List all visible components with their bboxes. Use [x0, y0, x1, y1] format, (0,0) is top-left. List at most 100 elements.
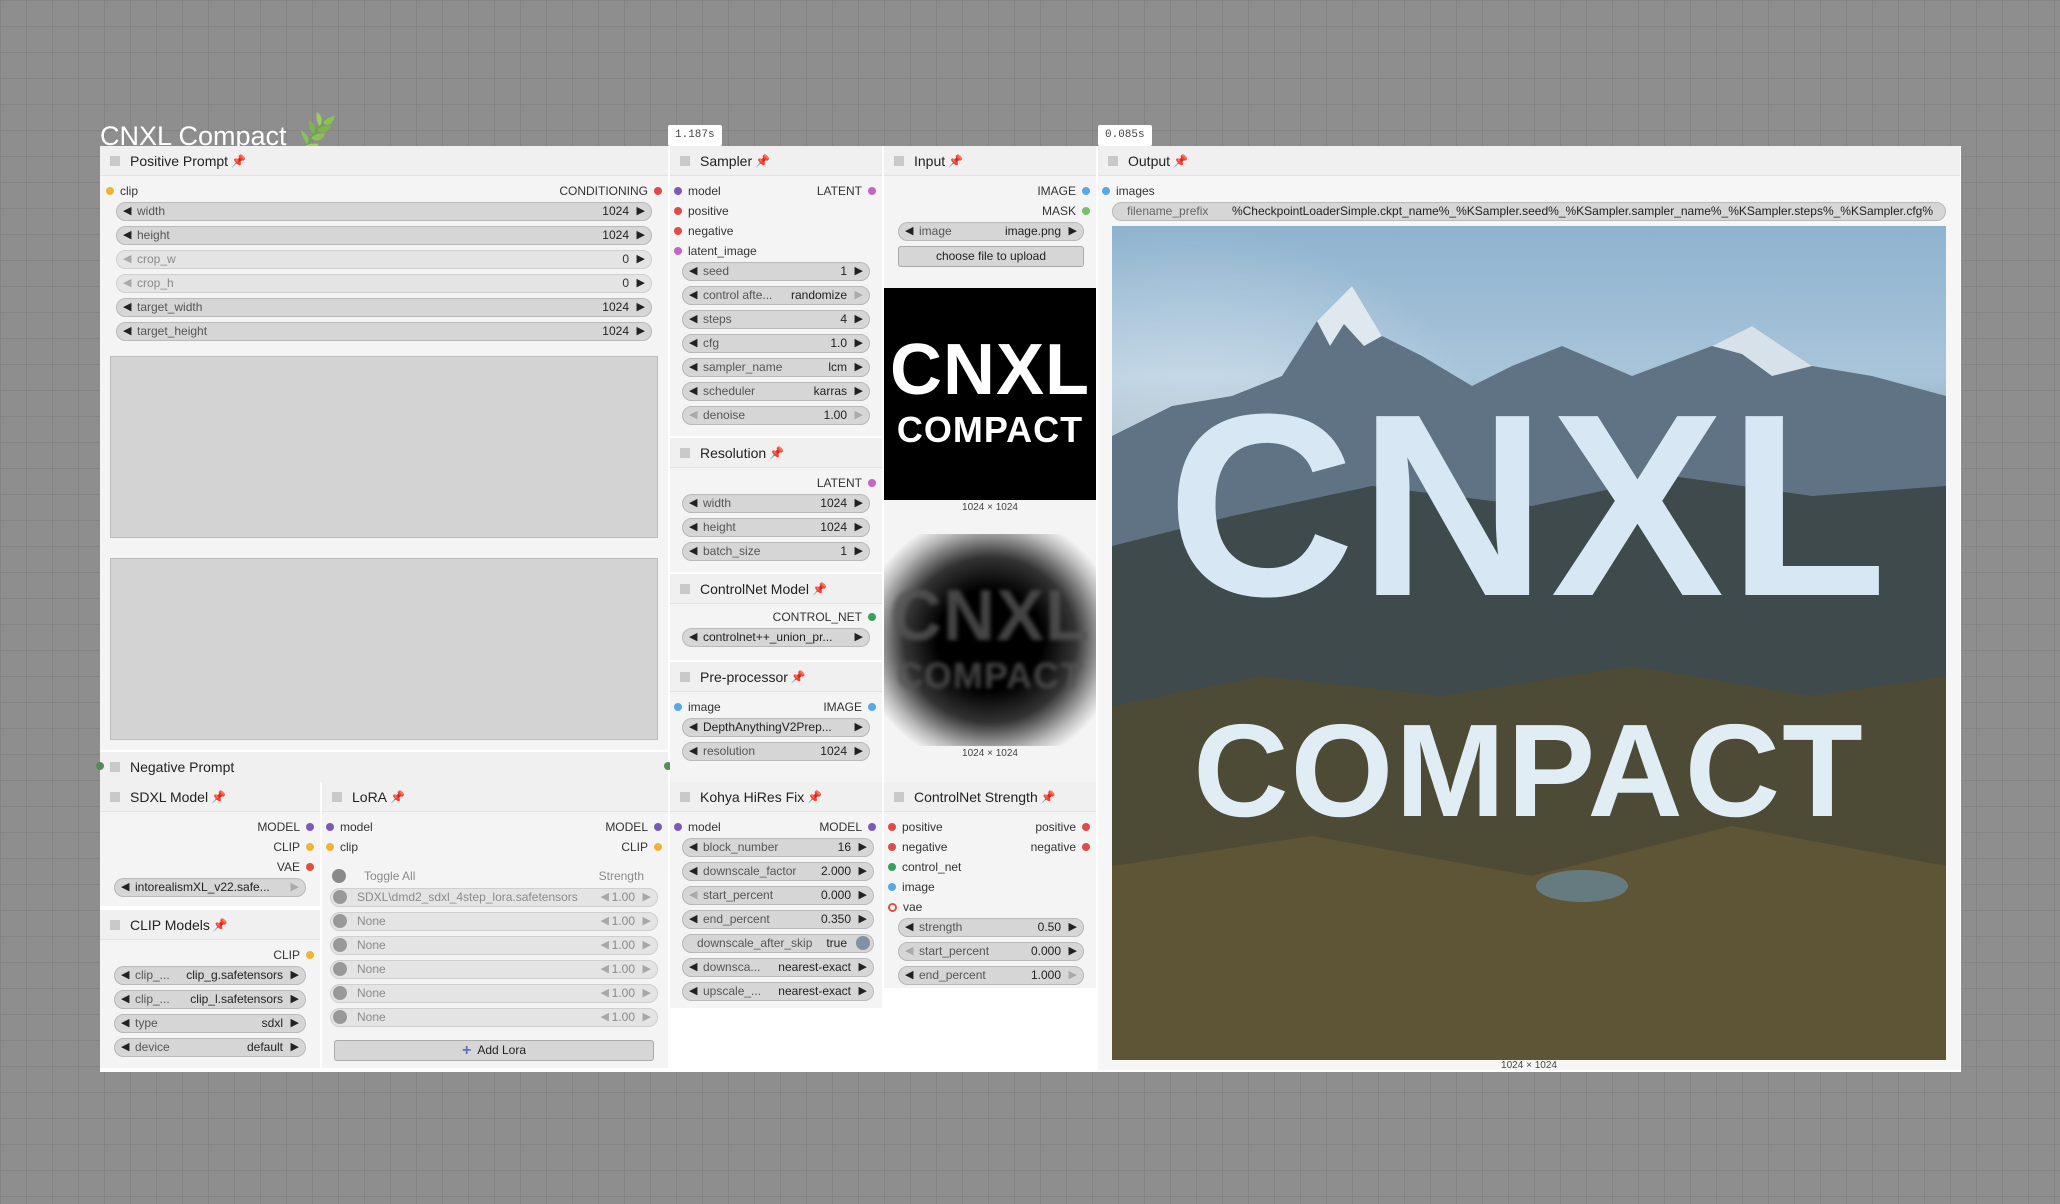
decrement-arrow-icon[interactable]: ◀	[601, 937, 609, 954]
model-socket-icon[interactable]	[654, 823, 662, 831]
controlnet-name-widget[interactable]: ◀ controlnet++_union_pr... ▶	[682, 628, 870, 647]
input-positive[interactable]: positive	[674, 202, 729, 220]
denoise-widget[interactable]: ◀ denoise 1.00 ▶	[682, 406, 870, 425]
decrement-arrow-icon[interactable]: ◀	[689, 719, 697, 736]
lora-toggle[interactable]	[333, 962, 347, 976]
decrement-arrow-icon[interactable]: ◀	[121, 879, 129, 896]
increment-arrow-icon[interactable]: ▶	[643, 889, 651, 906]
image-socket-icon[interactable]	[888, 883, 896, 891]
lora-toggle[interactable]	[333, 890, 347, 904]
output-model[interactable]: MODEL	[605, 818, 662, 836]
node-header[interactable]: ControlNet Model 📌	[670, 574, 882, 604]
increment-arrow-icon[interactable]: ▶	[643, 913, 651, 930]
decrement-arrow-icon[interactable]: ◀	[905, 967, 913, 984]
model-socket-icon[interactable]	[674, 823, 682, 831]
mask-socket-icon[interactable]	[1082, 207, 1090, 215]
negative-input-socket-icon[interactable]	[96, 762, 104, 770]
output-model[interactable]: MODEL	[819, 818, 876, 836]
decrement-arrow-icon[interactable]: ◀	[689, 311, 697, 328]
decrement-arrow-icon[interactable]: ◀	[601, 913, 609, 930]
increment-arrow-icon[interactable]: ▶	[1069, 943, 1077, 960]
output-node[interactable]: Output 📌 images filename_prefix %Checkpoin…	[1098, 146, 1960, 1071]
end-percent-widget[interactable]: ◀ end_percent 0.350 ▶	[682, 910, 874, 929]
batch-size-widget[interactable]: ◀ batch_size 1 ▶	[682, 542, 870, 561]
collapse-toggle[interactable]	[680, 583, 690, 594]
resolution-node[interactable]: Resolution 📌 LATENT ◀ width 1024 ▶ ◀ height 10…	[670, 438, 882, 572]
output-image[interactable]: IMAGE	[1037, 182, 1090, 200]
lora-row[interactable]: None ◀ 1.00 ▶	[330, 1008, 658, 1027]
decrement-arrow-icon[interactable]: ◀	[689, 887, 697, 904]
collapse-toggle[interactable]	[110, 762, 120, 772]
image-socket-icon[interactable]	[1082, 187, 1090, 195]
sampler-name-widget[interactable]: ◀ sampler_name lcm ▶	[682, 358, 870, 377]
decrement-arrow-icon[interactable]: ◀	[689, 983, 697, 1000]
control-net-socket-icon[interactable]	[868, 613, 876, 621]
image-socket-icon[interactable]	[674, 703, 682, 711]
output-image[interactable]: IMAGE	[823, 698, 876, 716]
increment-arrow-icon[interactable]: ▶	[1069, 223, 1077, 240]
output-vae[interactable]: VAE	[277, 858, 314, 876]
increment-arrow-icon[interactable]: ▶	[291, 1039, 299, 1056]
pin-icon[interactable]: 📌	[948, 154, 963, 168]
increment-arrow-icon[interactable]: ▶	[855, 359, 863, 376]
decrement-arrow-icon[interactable]: ◀	[121, 1015, 129, 1032]
decrement-arrow-icon[interactable]: ◀	[689, 839, 697, 856]
increment-arrow-icon[interactable]: ▶	[859, 887, 867, 904]
resolution-widget[interactable]: ◀ resolution 1024 ▶	[682, 742, 870, 761]
seed-widget[interactable]: ◀ seed 1 ▶	[682, 262, 870, 281]
increment-arrow-icon[interactable]: ▶	[291, 991, 299, 1008]
increment-arrow-icon[interactable]: ▶	[637, 323, 645, 340]
collapse-toggle[interactable]	[894, 791, 904, 802]
node-header[interactable]: Pre-processor 📌	[670, 662, 882, 692]
output-model[interactable]: MODEL	[257, 818, 314, 836]
increment-arrow-icon[interactable]: ▶	[1069, 967, 1077, 984]
conditioning-socket-icon[interactable]	[654, 187, 662, 195]
increment-arrow-icon[interactable]: ▶	[855, 519, 863, 536]
positive-prompt-node[interactable]: Positive Prompt 📌 clip CONDITIONING ◀ widt…	[100, 146, 668, 750]
increment-arrow-icon[interactable]: ▶	[1069, 919, 1077, 936]
filename-prefix-input[interactable]: filename_prefix %CheckpointLoaderSimple.c…	[1112, 202, 1946, 221]
increment-arrow-icon[interactable]: ▶	[291, 967, 299, 984]
increment-arrow-icon[interactable]: ▶	[859, 911, 867, 928]
target-height-widget[interactable]: ◀ target_height 1024 ▶	[116, 322, 652, 341]
increment-arrow-icon[interactable]: ▶	[637, 203, 645, 220]
latent-socket-icon[interactable]	[674, 247, 682, 255]
increment-arrow-icon[interactable]: ▶	[637, 227, 645, 244]
decrement-arrow-icon[interactable]: ◀	[121, 991, 129, 1008]
hires-fix-node[interactable]: Kohya HiRes Fix 📌 model MODEL ◀ block_numb…	[670, 782, 882, 1008]
input-clip[interactable]: clip	[326, 838, 358, 856]
crop-h-widget[interactable]: ◀ crop_h 0 ▶	[116, 274, 652, 293]
input-clip[interactable]: clip	[106, 182, 138, 200]
node-header[interactable]: LoRA 📌	[322, 782, 668, 812]
input-image[interactable]: image	[888, 878, 935, 896]
pin-icon[interactable]: 📌	[390, 790, 405, 804]
start-percent-widget[interactable]: ◀ start_percent 0.000 ▶	[898, 942, 1084, 961]
add-lora-button[interactable]: + Add Lora	[334, 1040, 654, 1061]
increment-arrow-icon[interactable]: ▶	[855, 719, 863, 736]
model-socket-icon[interactable]	[326, 823, 334, 831]
input-model[interactable]: model	[674, 818, 721, 836]
increment-arrow-icon[interactable]: ▶	[859, 959, 867, 976]
sdxl-model-node[interactable]: SDXL Model 📌 MODEL CLIP VAE ◀ intorealismX…	[100, 782, 320, 906]
pin-icon[interactable]: 📌	[807, 790, 822, 804]
node-header[interactable]: Kohya HiRes Fix 📌	[670, 782, 882, 812]
collapse-toggle[interactable]	[110, 791, 120, 802]
clip-socket-icon[interactable]	[654, 843, 662, 851]
decrement-arrow-icon[interactable]: ◀	[689, 335, 697, 352]
output-clip[interactable]: CLIP	[273, 946, 314, 964]
increment-arrow-icon[interactable]: ▶	[643, 937, 651, 954]
output-negative[interactable]: negative	[1031, 838, 1090, 856]
decrement-arrow-icon[interactable]: ◀	[905, 943, 913, 960]
decrement-arrow-icon[interactable]: ◀	[689, 629, 697, 646]
pin-icon[interactable]: 📌	[1041, 790, 1056, 804]
decrement-arrow-icon[interactable]: ◀	[689, 407, 697, 424]
decrement-arrow-icon[interactable]: ◀	[121, 1039, 129, 1056]
vae-socket-icon[interactable]	[888, 902, 897, 912]
decrement-arrow-icon[interactable]: ◀	[689, 495, 697, 512]
decrement-arrow-icon[interactable]: ◀	[601, 985, 609, 1002]
increment-arrow-icon[interactable]: ▶	[855, 629, 863, 646]
lora-node[interactable]: LoRA 📌 model MODEL clip CLIP Toggle All S…	[322, 782, 668, 1068]
start-percent-widget[interactable]: ◀ start_percent 0.000 ▶	[682, 886, 874, 905]
decrement-arrow-icon[interactable]: ◀	[601, 889, 609, 906]
upscale-method-widget[interactable]: ◀ upscale_... nearest-exact ▶	[682, 982, 874, 1001]
